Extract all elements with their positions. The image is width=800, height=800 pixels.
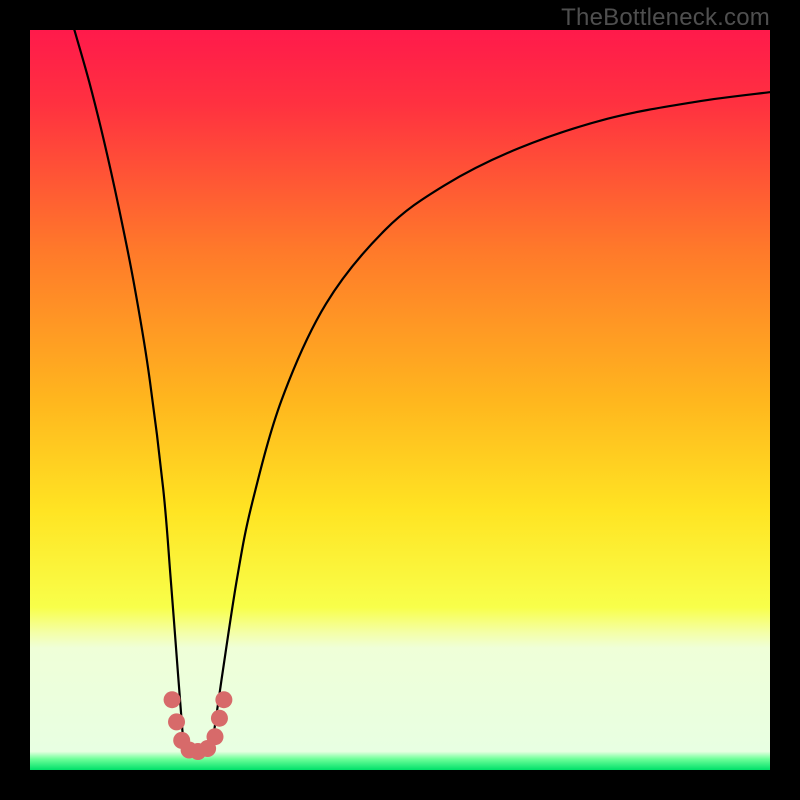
chart-frame bbox=[30, 30, 770, 770]
watermark-text: TheBottleneck.com bbox=[561, 4, 770, 32]
bottleneck-curve-chart bbox=[30, 30, 770, 770]
gradient-background bbox=[30, 30, 770, 770]
